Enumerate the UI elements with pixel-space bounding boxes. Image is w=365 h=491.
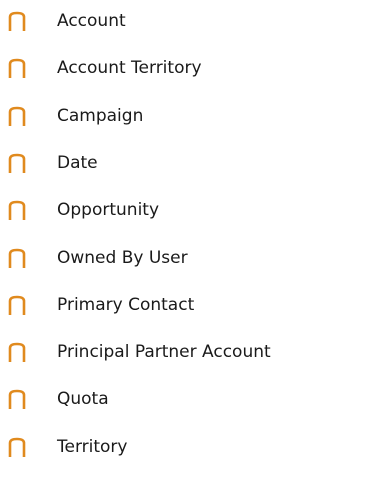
- list-item: Account: [0, 6, 365, 36]
- list-item: Campaign: [0, 101, 365, 131]
- list-item: Quota: [0, 384, 365, 414]
- bullet-n-icon: [8, 153, 26, 173]
- bullet-n-icon: [8, 58, 26, 78]
- list-item-label: Campaign: [57, 106, 144, 126]
- list-item: Owned By User: [0, 243, 365, 273]
- bullet-n-icon: [8, 437, 26, 457]
- list-item-label: Opportunity: [57, 200, 160, 220]
- bullet-list: Account Account Territory Campaign Date …: [0, 0, 365, 491]
- list-item-label: Account: [57, 11, 126, 31]
- list-item: Account Territory: [0, 53, 365, 83]
- bullet-n-icon: [8, 11, 26, 31]
- list-item: Principal Partner Account: [0, 337, 365, 367]
- list-item: Date: [0, 148, 365, 178]
- list-item-label: Territory: [57, 437, 128, 457]
- bullet-n-icon: [8, 295, 26, 315]
- list-item: Opportunity: [0, 195, 365, 225]
- bullet-n-icon: [8, 389, 26, 409]
- list-item-label: Primary Contact: [57, 295, 195, 315]
- list-item-label: Principal Partner Account: [57, 342, 271, 362]
- bullet-n-icon: [8, 342, 26, 362]
- list-item-label: Owned By User: [57, 248, 188, 268]
- list-item-label: Account Territory: [57, 58, 202, 78]
- bullet-n-icon: [8, 106, 26, 126]
- list-item: Territory: [0, 432, 365, 462]
- list-item-label: Quota: [57, 389, 109, 409]
- bullet-n-icon: [8, 200, 26, 220]
- list-item-label: Date: [57, 153, 98, 173]
- bullet-n-icon: [8, 248, 26, 268]
- list-item: Primary Contact: [0, 290, 365, 320]
